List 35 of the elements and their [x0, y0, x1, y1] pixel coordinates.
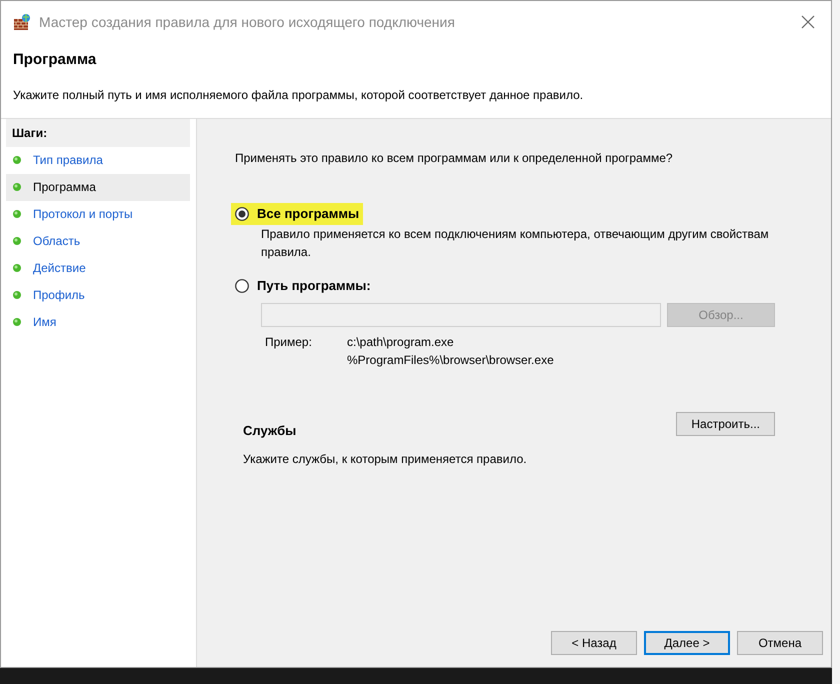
- question-text: Применять это правило ко всем программам или к определенной программе?: [235, 150, 674, 166]
- step-item[interactable]: Тип правила: [6, 146, 190, 174]
- step-dot-icon: [13, 210, 21, 218]
- step-dot-icon: [13, 156, 21, 164]
- firewall-icon: [13, 13, 31, 31]
- services-description: Укажите службы, к которым применяется правило.: [242, 451, 528, 468]
- step-dot-icon: [13, 237, 21, 245]
- page-title: Программа: [13, 50, 98, 70]
- step-item[interactable]: Имя: [6, 308, 190, 336]
- radio-option[interactable]: Все программы: [231, 202, 364, 224]
- step-item[interactable]: Протокол и порты: [6, 200, 190, 228]
- example-label: Пример:: [264, 334, 313, 350]
- radio-icon: [235, 206, 249, 220]
- step-item[interactable]: Действие: [6, 254, 190, 282]
- step-dot-icon: [13, 183, 21, 191]
- step-dot-icon: [13, 264, 21, 272]
- example-path: %ProgramFiles%\browser\browser.exe: [347, 352, 554, 368]
- customize-button[interactable]: Настроить...: [676, 412, 775, 436]
- step-dot-icon: [13, 291, 21, 299]
- close-icon[interactable]: [801, 15, 815, 29]
- option-description: Правило применяется ко всем подключениям компьютера, отвечающим другим свойствам правила.: [260, 226, 770, 260]
- radio-option[interactable]: Путь программы:: [231, 274, 375, 296]
- wizard-button[interactable]: Отмена: [737, 631, 823, 655]
- page-description: Укажите полный путь и имя исполняемого файла программы, которой соответствует данное правило.: [13, 86, 584, 104]
- step-item[interactable]: Область: [6, 228, 190, 254]
- example-path: c:\path\program.exe: [347, 334, 455, 350]
- step-item[interactable]: Профиль: [6, 282, 190, 308]
- services-title: Службы: [243, 422, 296, 440]
- radio-icon: [235, 278, 249, 292]
- window-title: Мастер создания правила для нового исходящего подключения: [39, 12, 455, 32]
- steps-heading: Шаги:: [12, 124, 48, 142]
- wizard-button[interactable]: < Назад: [551, 631, 637, 655]
- step-dot-icon: [13, 318, 21, 326]
- step-item[interactable]: Программа: [6, 174, 190, 200]
- wizard-button[interactable]: Далее >: [644, 631, 730, 655]
